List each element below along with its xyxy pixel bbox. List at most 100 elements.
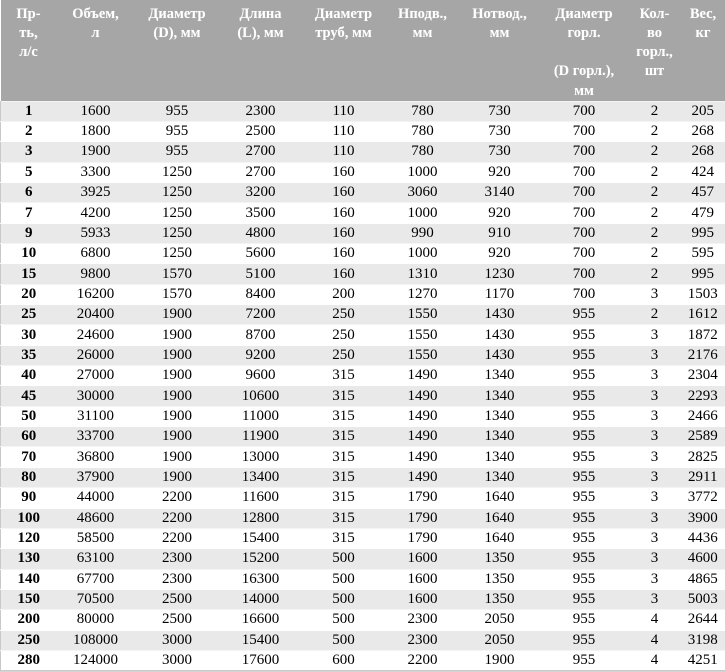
- cell-diameter: 955: [135, 101, 220, 121]
- cell-neck_diameter: 700: [540, 264, 629, 284]
- cell-neck_count: 2: [629, 121, 681, 141]
- cell-neck_count: 3: [629, 447, 681, 467]
- cell-neck_diameter: 955: [540, 630, 629, 650]
- cell-weight: 4865: [681, 569, 725, 589]
- table-row: 90440002200116003151790164095533772: [1, 488, 725, 508]
- cell-length: 10600: [220, 386, 302, 406]
- cell-pipe_diameter: 600: [302, 650, 386, 670]
- cell-neck_diameter: 700: [540, 121, 629, 141]
- cell-diameter: 1900: [135, 325, 220, 345]
- cell-neck_diameter: 955: [540, 447, 629, 467]
- cell-h_outlet: 1430: [460, 345, 540, 365]
- cell-diameter: 1900: [135, 447, 220, 467]
- cell-h_inlet: 1310: [386, 264, 460, 284]
- cell-flow: 3: [1, 142, 57, 162]
- cell-neck_count: 2: [629, 203, 681, 223]
- cell-pipe_diameter: 315: [302, 447, 386, 467]
- table-row: 533001250270016010009207002424: [1, 162, 725, 182]
- cell-pipe_diameter: 110: [302, 142, 386, 162]
- cell-pipe_diameter: 500: [302, 589, 386, 609]
- cell-pipe_diameter: 500: [302, 569, 386, 589]
- cell-pipe_diameter: 250: [302, 345, 386, 365]
- cell-weight: 4251: [681, 650, 725, 670]
- table-row: 130631002300152005001600135095534600: [1, 549, 725, 569]
- cell-length: 3200: [220, 183, 302, 203]
- column-header-neck_diameter: Диаметр горл. (D горл.), мм: [540, 0, 629, 101]
- cell-neck_count: 3: [629, 549, 681, 569]
- cell-neck_diameter: 955: [540, 488, 629, 508]
- cell-h_inlet: 1550: [386, 345, 460, 365]
- cell-neck_diameter: 955: [540, 366, 629, 386]
- table-header-row: Пр- ть, л/сОбъем, лДиаметр (D), ммДлина …: [1, 0, 725, 101]
- table-row: 80379001900134003151490134095532911: [1, 467, 725, 487]
- cell-weight: 457: [681, 183, 725, 203]
- cell-weight: 4436: [681, 528, 725, 548]
- cell-h_inlet: 1490: [386, 427, 460, 447]
- cell-h_outlet: 2050: [460, 630, 540, 650]
- table-row: 140677002300163005001600135095534865: [1, 569, 725, 589]
- cell-volume: 58500: [57, 528, 135, 548]
- cell-flow: 90: [1, 488, 57, 508]
- table-row: 95933125048001609909107002995: [1, 223, 725, 243]
- column-header-weight: Вес, кг: [681, 0, 725, 101]
- cell-diameter: 1570: [135, 284, 220, 304]
- cell-pipe_diameter: 500: [302, 549, 386, 569]
- cell-h_outlet: 1430: [460, 325, 540, 345]
- cell-flow: 100: [1, 508, 57, 528]
- table-row: 15980015705100160131012307002995: [1, 264, 725, 284]
- cell-h_outlet: 1340: [460, 406, 540, 426]
- cell-h_inlet: 1600: [386, 589, 460, 609]
- cell-volume: 1600: [57, 101, 135, 121]
- cell-pipe_diameter: 250: [302, 325, 386, 345]
- cell-neck_diameter: 700: [540, 284, 629, 304]
- column-header-h_outlet: Нотвод., мм: [460, 0, 540, 101]
- cell-h_outlet: 1340: [460, 447, 540, 467]
- cell-neck_count: 3: [629, 325, 681, 345]
- cell-volume: 1800: [57, 121, 135, 141]
- cell-flow: 130: [1, 549, 57, 569]
- cell-weight: 3772: [681, 488, 725, 508]
- cell-h_inlet: 1790: [386, 508, 460, 528]
- table-row: 45300001900106003151490134095532293: [1, 386, 725, 406]
- cell-neck_count: 2: [629, 142, 681, 162]
- cell-weight: 205: [681, 101, 725, 121]
- cell-length: 11000: [220, 406, 302, 426]
- cell-length: 8400: [220, 284, 302, 304]
- cell-diameter: 2200: [135, 528, 220, 548]
- cell-h_inlet: 780: [386, 142, 460, 162]
- cell-length: 15400: [220, 528, 302, 548]
- cell-pipe_diameter: 250: [302, 305, 386, 325]
- cell-weight: 995: [681, 223, 725, 243]
- cell-volume: 108000: [57, 630, 135, 650]
- cell-diameter: 2200: [135, 508, 220, 528]
- cell-h_inlet: 990: [386, 223, 460, 243]
- cell-length: 2700: [220, 162, 302, 182]
- cell-flow: 280: [1, 650, 57, 670]
- cell-neck_diameter: 955: [540, 650, 629, 670]
- cell-neck_diameter: 700: [540, 223, 629, 243]
- cell-flow: 200: [1, 610, 57, 630]
- cell-length: 5600: [220, 244, 302, 264]
- cell-h_outlet: 1340: [460, 467, 540, 487]
- cell-length: 2500: [220, 121, 302, 141]
- cell-h_inlet: 1490: [386, 386, 460, 406]
- cell-volume: 9800: [57, 264, 135, 284]
- cell-neck_diameter: 955: [540, 406, 629, 426]
- cell-pipe_diameter: 315: [302, 386, 386, 406]
- cell-length: 4800: [220, 223, 302, 243]
- cell-neck_diameter: 700: [540, 162, 629, 182]
- cell-h_outlet: 1350: [460, 549, 540, 569]
- cell-length: 13400: [220, 467, 302, 487]
- cell-diameter: 1570: [135, 264, 220, 284]
- cell-diameter: 1900: [135, 386, 220, 406]
- cell-pipe_diameter: 315: [302, 467, 386, 487]
- cell-length: 9200: [220, 345, 302, 365]
- cell-volume: 31100: [57, 406, 135, 426]
- cell-h_inlet: 1550: [386, 325, 460, 345]
- cell-volume: 5933: [57, 223, 135, 243]
- cell-neck_count: 2: [629, 264, 681, 284]
- cell-h_outlet: 910: [460, 223, 540, 243]
- cell-h_outlet: 1340: [460, 386, 540, 406]
- cell-flow: 120: [1, 528, 57, 548]
- table-row: 2016200157084002001270117070031503: [1, 284, 725, 304]
